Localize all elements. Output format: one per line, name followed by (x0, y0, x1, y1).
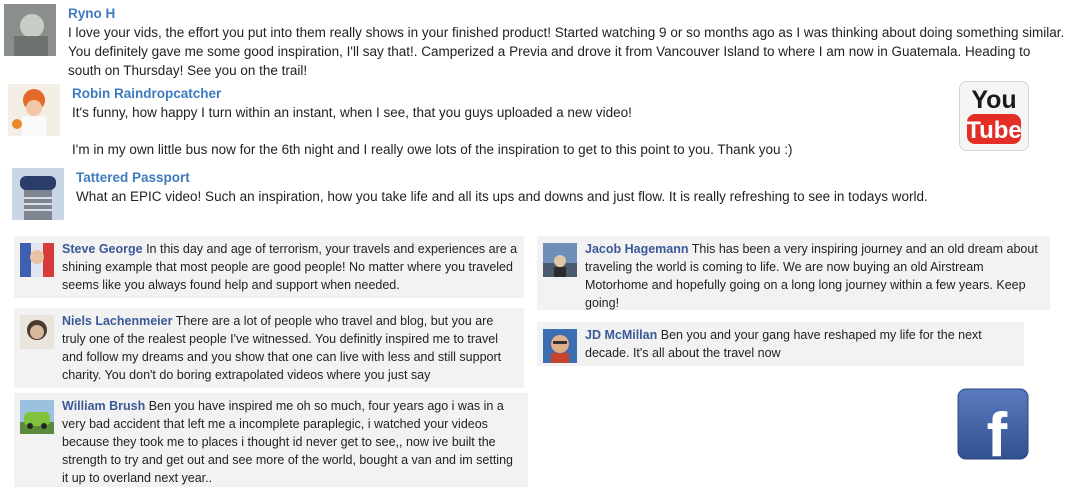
facebook-comment: William Brush Ben you have inspired me o… (14, 393, 528, 487)
facebook-logo: f (957, 388, 1029, 470)
avatar[interactable] (8, 84, 60, 136)
comment-text: It's funny, how happy I turn within an i… (72, 105, 632, 120)
avatar[interactable] (20, 400, 54, 434)
commenter-name[interactable]: Ryno H (68, 4, 1066, 23)
comment-text: What an EPIC video! Such an inspiration,… (76, 189, 928, 204)
avatar[interactable] (543, 329, 577, 363)
comment-text: I love your vids, the effort you put int… (68, 25, 1065, 78)
avatar[interactable] (12, 168, 64, 220)
avatar[interactable] (543, 243, 577, 277)
avatar[interactable] (20, 315, 54, 349)
youtube-logo: You Tube (959, 81, 1029, 151)
avatar[interactable] (20, 243, 54, 277)
facebook-comment: Jacob Hagemann This has been a very insp… (537, 236, 1050, 310)
commenter-name[interactable]: Robin Raindropcatcher (72, 84, 888, 103)
comment-text-paragraph-2: I'm in my own little bus now for the 6th… (72, 142, 793, 157)
youtube-logo-top-text: You (971, 86, 1016, 114)
commenter-name[interactable]: William Brush (62, 399, 145, 413)
commenter-name[interactable]: Tattered Passport (76, 168, 1062, 187)
commenter-name[interactable]: Steve George (62, 242, 143, 256)
commenter-name[interactable]: JD McMillan (585, 328, 657, 342)
facebook-comment: Niels Lachenmeier There are a lot of peo… (14, 308, 524, 388)
avatar[interactable] (4, 4, 56, 56)
youtube-logo-bottom-text: Tube (966, 117, 1022, 144)
commenter-name[interactable]: Niels Lachenmeier (62, 314, 172, 328)
commenter-name[interactable]: Jacob Hagemann (585, 242, 689, 256)
facebook-logo-letter: f (987, 401, 1008, 460)
facebook-comment: JD McMillan Ben you and your gang have r… (537, 322, 1024, 366)
facebook-comment: Steve George In this day and age of terr… (14, 236, 524, 298)
